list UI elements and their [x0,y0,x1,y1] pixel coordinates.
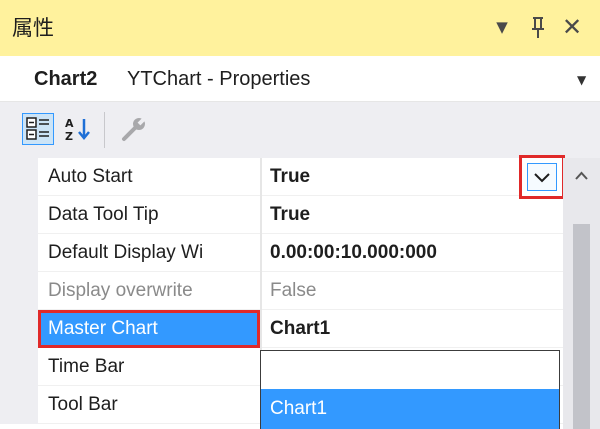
svg-text:A: A [65,117,74,130]
master-chart-dropdown-button[interactable] [519,155,565,199]
property-row[interactable]: Default Display Wi 0.00:00:10.000:000 [0,234,563,272]
row-margin [0,158,38,196]
property-name: Tool Bar [38,386,260,424]
property-value[interactable]: True [262,158,563,196]
row-margin [0,234,38,272]
toolbar-separator [104,112,105,148]
property-value[interactable]: Chart1 [262,310,563,348]
panel-title-bar: 属性 ▼ ✕ [0,0,600,56]
property-row[interactable]: Auto Start True [0,158,563,196]
svg-text:Z: Z [65,130,73,143]
row-margin [0,272,38,310]
master-chart-dropdown-list: Chart1 [260,350,560,429]
row-margin [0,348,38,386]
dropdown-option-chart1[interactable]: Chart1 [261,389,559,429]
vertical-scrollbar[interactable] [563,158,600,429]
wrench-icon[interactable] [118,113,150,145]
object-dropdown-icon[interactable]: ▼ [577,68,586,92]
property-name: Display overwrite [38,272,260,310]
chevron-down-icon[interactable] [527,163,557,191]
object-selector[interactable]: Chart2 YTChart - Properties ▼ [0,56,600,102]
row-margin [0,310,38,348]
property-value: False [262,272,563,310]
properties-toolbar: A Z [0,102,600,158]
property-name: Master Chart [38,310,260,348]
property-name: Default Display Wi [38,234,260,272]
dropdown-option-empty[interactable] [261,351,559,389]
object-type: YTChart - Properties [127,68,311,90]
property-row[interactable]: Data Tool Tip True [0,196,563,234]
pin-icon[interactable] [526,12,550,42]
categorized-icon[interactable] [22,113,54,145]
property-name: Time Bar [38,348,260,386]
property-row-master-chart[interactable]: Master Chart Chart1 [0,310,563,348]
alphabetical-icon[interactable]: A Z [62,113,94,145]
property-name: Auto Start [38,158,260,196]
property-row[interactable]: Display overwrite False [0,272,563,310]
panel-title: 属性 [12,16,54,40]
window-menu-dropdown-icon[interactable]: ▼ [491,12,513,42]
property-name: Data Tool Tip [38,196,260,234]
scroll-thumb[interactable] [573,224,590,429]
property-value[interactable]: True [262,196,563,234]
property-value[interactable]: 0.00:00:10.000:000 [262,234,563,272]
row-margin [0,386,38,424]
row-margin [0,196,38,234]
close-icon[interactable]: ✕ [560,12,584,42]
scroll-up-icon[interactable] [563,158,600,196]
object-name: Chart2 [34,68,98,90]
